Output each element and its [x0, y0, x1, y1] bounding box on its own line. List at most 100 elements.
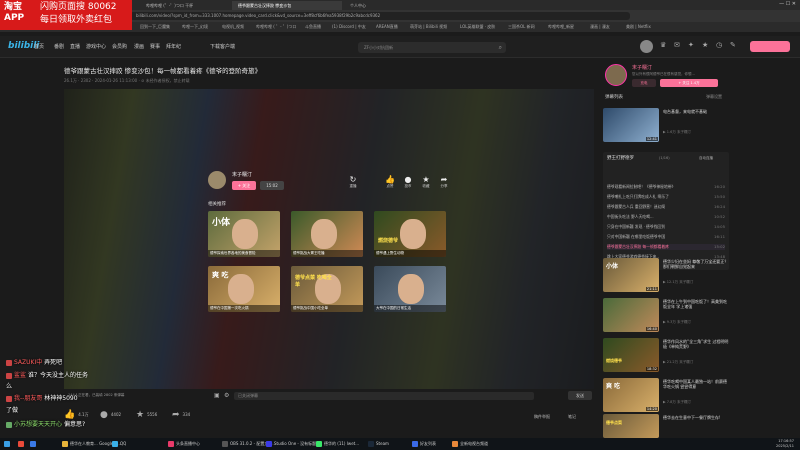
playlist-item[interactable]: 只对中国新疆 在哪里吃饭德爷中国 16:11 — [607, 234, 725, 240]
favorite-button[interactable]: ★ 收藏 — [417, 175, 435, 189]
search-input[interactable]: ZF小小对抗团新 ⌕ — [358, 42, 506, 53]
list-item[interactable]: 德爷点菜 德华去在生意中下一餐厅牌生存! — [603, 414, 731, 438]
danmaku-input[interactable]: 已关闭弹幕 — [234, 392, 534, 400]
charge-button[interactable]: 充电 — [632, 79, 656, 87]
danmaku-toggle-icon[interactable]: ▣ — [214, 392, 220, 399]
related-caption: 德爷挑战大胃王吃播 — [291, 250, 363, 257]
dynamic-icon[interactable]: ✦ — [688, 41, 694, 49]
up-name[interactable]: 末子糯汀 — [632, 64, 652, 71]
bookmark-item[interactable]: 萌芽站 | Bilibili 视频 — [410, 23, 447, 31]
taobao-ad-banner[interactable]: 淘宝APP 闪购页面搜 80062 每日领取外卖红包 — [0, 0, 132, 30]
right-sidebar: 末子糯汀 您以外有很阿德爷已在很有感觉，你想... 充电 + 关注 1.4万 弹… — [600, 60, 800, 440]
related-caption: 大爷在中国的日常生活 — [374, 305, 446, 312]
system-clock[interactable]: 17:16:57 2025/2/11 — [776, 439, 794, 449]
taskbar-app[interactable]: 好友列表 — [412, 440, 436, 448]
url-input[interactable]: bilibili.com/video/?spm_id_from=333.1007… — [130, 12, 630, 20]
thumb-tag: 爽 吃 — [212, 271, 229, 279]
coin-button[interactable]: ● 投币 — [399, 175, 417, 189]
up-avatar[interactable] — [208, 171, 226, 189]
list-item[interactable]: 小体 21:11 德华少妇在坐妈 尊敬了万宝还要正？那们朝鲜自觉起来 ▶ 12.… — [603, 258, 731, 293]
taskbar-app[interactable]: Studio One - 没有标题 — [266, 440, 316, 448]
danmaku-settings-icon[interactable]: ⚙ — [224, 392, 229, 399]
bookmark-item[interactable]: 漫画 | 漫友 — [590, 23, 610, 31]
browser-tab[interactable]: 哔哩哔哩 (゜-゜)つロ 干杯 — [140, 1, 230, 10]
related-caption: 德爷遇上野生动物 — [374, 250, 446, 257]
taskbar-app[interactable] — [30, 440, 38, 448]
taskbar-app[interactable]: 头条直播中心 — [168, 440, 200, 448]
video-thumbnail: 爽 吃 14:20 — [603, 378, 659, 412]
danmaku-settings-link[interactable]: 弹幕设置 — [706, 94, 722, 100]
bookmark-item[interactable]: 哔哩一下_幻境 — [182, 23, 208, 31]
bookmark-item[interactable]: 电视机_视频 — [222, 23, 244, 31]
share-button[interactable]: ➦ 分享 — [435, 175, 453, 189]
bookmark-item[interactable]: 美剧 | Netflix — [626, 23, 651, 31]
related-video-card[interactable]: 爽 吃 德爷在中国第一次吃火锅 — [208, 266, 280, 312]
related-video-card[interactable]: 大爷在中国的日常生活 — [374, 266, 446, 312]
replay-icon: ↻ — [349, 175, 357, 184]
related-video-card[interactable]: 小体 德爷探索世界各地的美食冒险 — [208, 211, 280, 257]
related-video-card[interactable]: 燃烧德爷 德爷遇上野生动物 — [374, 211, 446, 257]
nav-download-client[interactable]: 下载客户端 — [210, 43, 235, 50]
avatar[interactable] — [640, 40, 653, 53]
send-button[interactable]: 发送 — [568, 391, 592, 400]
up-name[interactable]: 末子糯汀 — [232, 171, 252, 178]
list-item[interactable]: 16:40 德华在上午到中国吃饭了！高美到吃饭全年 学上诸强 ▶ 9.3万 末子… — [603, 298, 731, 333]
bookmark-item[interactable]: 哔哩哔哩 ( ゜- ゜)つロ — [256, 23, 296, 31]
taskbar-app[interactable]: 全新电视台频道 — [452, 440, 488, 448]
nav-live[interactable]: 直播 — [70, 43, 80, 50]
bookmark-item[interactable]: (1) Discord | 中友 — [332, 23, 366, 31]
nav-home[interactable]: 首页 — [34, 43, 44, 50]
nav-anime[interactable]: 番剧 — [54, 43, 64, 50]
nav-bnj[interactable]: 拜年纪 — [166, 43, 181, 50]
video-meta: ▶ 7.8万 末子糯汀 — [663, 400, 691, 404]
start-button[interactable] — [4, 440, 12, 448]
list-item[interactable]: 爽 吃 14:20 德华吃喝中国某人最独一站！前赛德华吃火锅 尝尝得意 ▶ 7.… — [603, 378, 731, 413]
notes-link[interactable]: 笔记 — [568, 414, 576, 420]
playlist-item[interactable]: 德爷嘲扎上吃只打牌吃成人礼 啊乐了 15:50 — [607, 194, 725, 200]
nav-vip-mall[interactable]: 会员购 — [112, 43, 127, 50]
bookmark-item[interactable]: 斗鱼直播 — [305, 23, 321, 31]
report-link[interactable]: 稿件举报 — [534, 414, 550, 420]
share-action[interactable]: ➦ 334 — [172, 410, 190, 420]
nav-manga[interactable]: 漫画 — [134, 43, 144, 50]
window-controls[interactable]: — ☐ ✕ — [779, 1, 796, 7]
replay-button[interactable]: ↻ 重播 — [344, 175, 362, 189]
autoplay-toggle[interactable]: 自动连播 — [699, 156, 713, 161]
bookmark-item[interactable]: 三国杀OL 新网 — [508, 23, 535, 31]
playlist-item[interactable]: 中国街头吃法 野人天吃喝... 10:52 — [607, 214, 725, 220]
related-video-card[interactable]: 德爷挑战大胃王吃播 — [291, 211, 363, 257]
playlist-item[interactable]: 德爷观看新闻拉制吧！《德爷神秘地带》 16:20 — [607, 184, 725, 190]
browser-tab[interactable]: 个人中心 — [344, 1, 424, 10]
playlist-item[interactable]: 只身在中国新疆 发现 · 德爷找回到 14:05 — [607, 224, 725, 230]
follow-button[interactable]: + 关注 1.4万 — [660, 79, 718, 87]
playlist-item-active[interactable]: 德爷跟蒙古壮汉摔跤 每一帧都看着疼 15:02 — [607, 244, 725, 250]
taskbar-app[interactable] — [18, 440, 26, 448]
favorite-icon[interactable]: ★ — [702, 41, 708, 49]
taskbar-app[interactable]: Steam — [368, 440, 389, 448]
follow-button[interactable]: + 关注 — [232, 181, 256, 190]
upload-button[interactable] — [750, 41, 790, 52]
history-icon[interactable]: ◷ — [716, 41, 722, 49]
bookmark-item[interactable]: 回到一下_巨魔集 — [140, 23, 170, 31]
vip-icon[interactable]: ♛ — [660, 41, 666, 49]
list-item[interactable]: 燃烧德爷 18:32 德华作风水的“全三角”求生 过程明明极《单纯荒野》 ▶ 2… — [603, 338, 731, 373]
list-item[interactable]: 12:41 电台基督，来电就不基础 ▶ 1.6万 末子糯汀 — [603, 108, 731, 143]
playlist-item[interactable]: 德爷跟蒙古人兵 重回野营！迷幻阁 16:24 — [607, 204, 725, 210]
creator-icon[interactable]: ✎ — [730, 41, 736, 49]
bookmark-item[interactable]: LOL英雄联盟 · 皮肤 — [460, 23, 495, 31]
nav-esports[interactable]: 赛事 — [150, 43, 160, 50]
like-button[interactable]: 👍 点赞 — [381, 175, 399, 189]
message-icon[interactable]: ✉ — [674, 41, 680, 49]
bookmark-item[interactable]: AREAN直播 — [376, 23, 398, 31]
bookmark-item[interactable]: 哔哩哔哩_新星 — [548, 23, 574, 31]
taskbar-app[interactable]: 德华的 (11) Iwet... — [316, 440, 359, 448]
nav-game-center[interactable]: 游戏中心 — [86, 43, 106, 50]
browser-tab-active[interactable]: 德爷跟蒙古壮汉摔跤 惨变沙包 — [232, 1, 342, 10]
danmaku-list-heading[interactable]: 弹幕列表 — [605, 94, 623, 100]
video-player[interactable]: 末子糯汀 + 关注 15:02 ↻ 重播 👍 点赞 ● 投币 ★ 收藏 ➦ 分享… — [64, 89, 594, 389]
search-icon[interactable]: ⌕ — [499, 42, 502, 53]
video-thumbnail: 12:41 — [603, 108, 659, 142]
taskbar-app[interactable]: QQ — [112, 440, 126, 448]
up-avatar[interactable] — [605, 64, 627, 86]
related-video-card[interactable]: 德爷点菜 吃喝全单 德爷挑战中国小吃全单 — [291, 266, 363, 312]
